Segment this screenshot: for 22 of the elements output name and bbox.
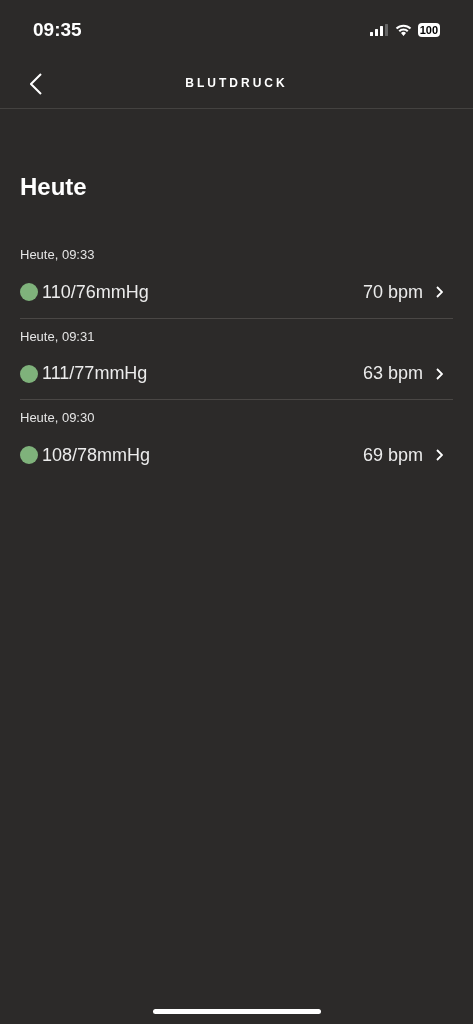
blood-pressure-value: 110/76mmHg: [42, 280, 149, 304]
status-time: 09:35: [33, 17, 82, 42]
reading-row[interactable]: Heute, 09:33 110/76mmHg 70 bpm: [20, 237, 453, 319]
pulse-value: 63 bpm: [362, 362, 423, 385]
chevron-icon: [436, 286, 443, 298]
back-icon: [30, 73, 42, 95]
section-heading: Heute: [19, 172, 88, 202]
battery-indicator: 100: [417, 23, 440, 37]
screen-title: BLUTDRUCK: [185, 75, 288, 92]
pulse-value: 69 bpm: [362, 443, 423, 467]
chevron-icon: [436, 449, 443, 461]
blood-pressure-value: 111/77mmHg: [42, 362, 148, 385]
signal-icon: [369, 24, 389, 36]
chevron-icon: [436, 367, 443, 380]
reading-timestamp: Heute, 09:30: [20, 409, 96, 427]
blood-pressure-value: 108/78mmHg: [42, 443, 151, 467]
reading-timestamp: Heute, 09:31: [20, 327, 96, 346]
wifi-icon: [394, 24, 412, 36]
reading-row[interactable]: Heute, 09:31 111/77mmHg 63 bpm: [20, 318, 453, 400]
pulse-value: 70 bpm: [362, 280, 423, 304]
reading-timestamp: Heute, 09:33: [20, 246, 96, 264]
reading-row[interactable]: Heute, 09:30 108/78mmHg 69 bpm: [20, 400, 453, 481]
